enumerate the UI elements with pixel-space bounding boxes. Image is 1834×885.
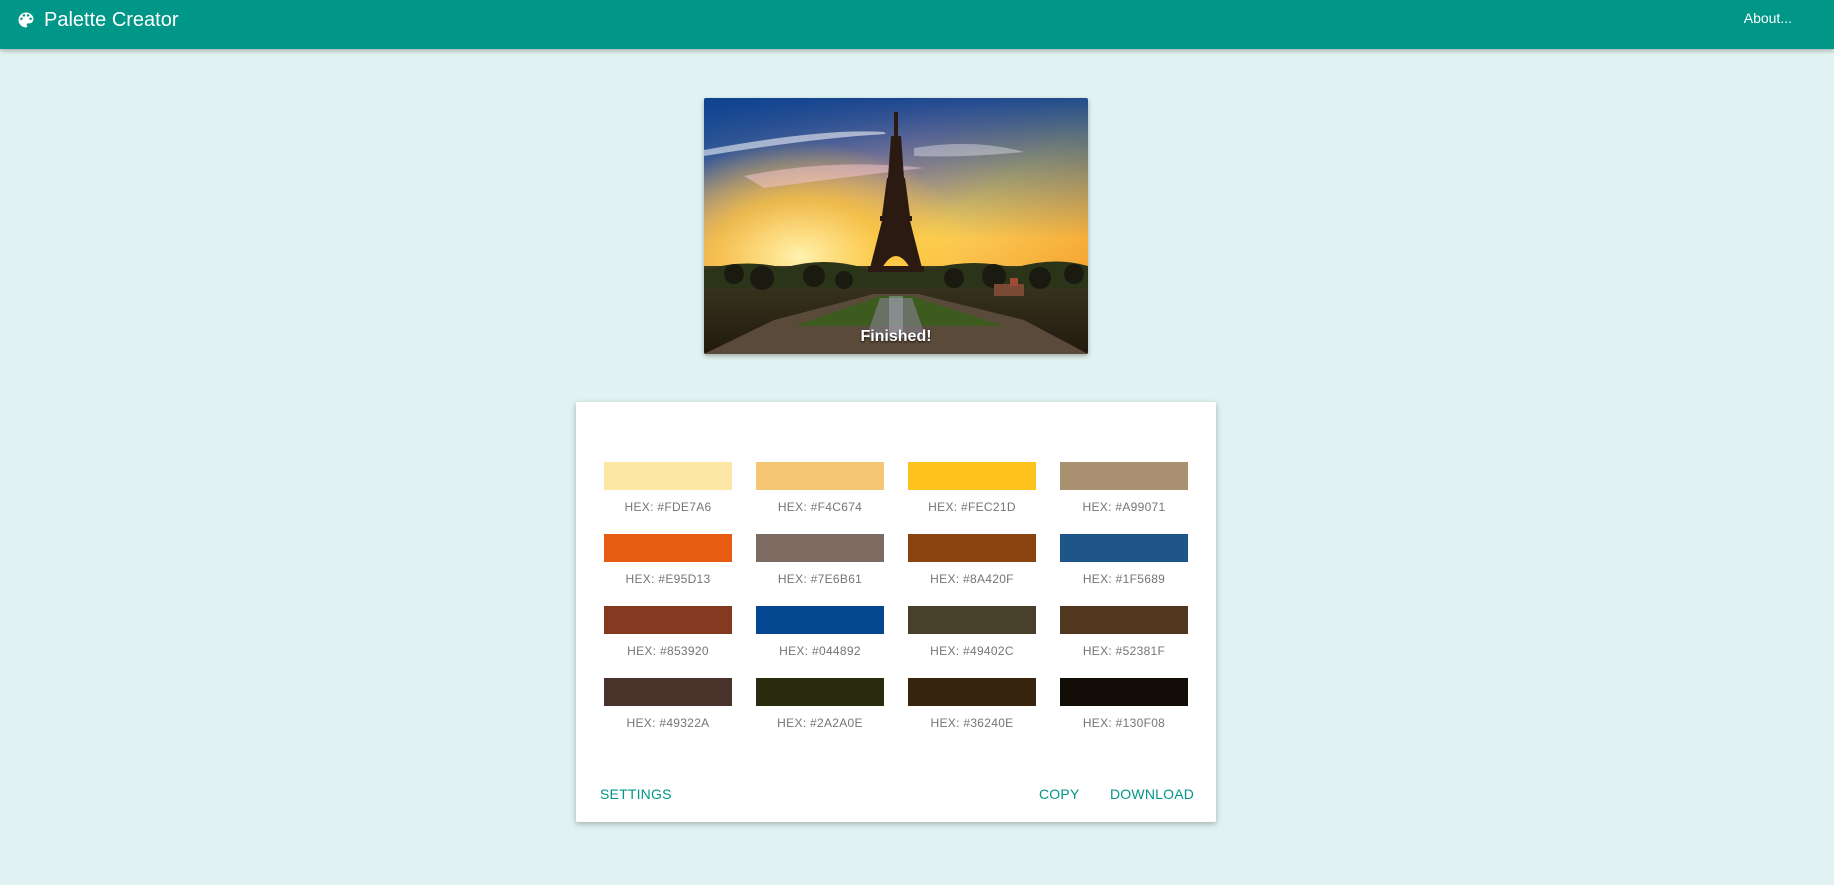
color-swatch[interactable]: HEX: #7E6B61 [756, 534, 884, 586]
swatch-hex-label: HEX: #1F5689 [1082, 572, 1166, 586]
color-swatch[interactable]: HEX: #FDE7A6 [604, 462, 732, 514]
app-bar: Palette Creator About... [0, 0, 1834, 49]
color-swatch[interactable]: HEX: #49402C [908, 606, 1036, 658]
color-swatch[interactable]: HEX: #044892 [756, 606, 884, 658]
swatch-hex-label: HEX: #49322A [626, 716, 710, 730]
brand: Palette Creator [16, 0, 179, 40]
color-swatch[interactable]: HEX: #E95D13 [604, 534, 732, 586]
swatch-color[interactable] [908, 534, 1036, 562]
swatch-color[interactable] [1060, 606, 1188, 634]
swatch-color[interactable] [756, 534, 884, 562]
swatch-color[interactable] [604, 606, 732, 634]
color-swatch[interactable]: HEX: #52381F [1060, 606, 1188, 658]
swatch-color[interactable] [1060, 678, 1188, 706]
swatch-hex-label: HEX: #044892 [779, 644, 861, 658]
swatch-color[interactable] [1060, 462, 1188, 490]
color-swatch[interactable]: HEX: #49322A [604, 678, 732, 730]
swatch-color[interactable] [604, 534, 732, 562]
color-swatch[interactable]: HEX: #FEC21D [908, 462, 1036, 514]
palette-card: HEX: #FDE7A6 HEX: #F4C674 HEX: #FEC21D H… [576, 402, 1216, 822]
swatch-color[interactable] [908, 678, 1036, 706]
swatch-color[interactable] [756, 678, 884, 706]
swatch-hex-label: HEX: #8A420F [930, 572, 1014, 586]
color-swatch[interactable]: HEX: #2A2A0E [756, 678, 884, 730]
swatch-color[interactable] [756, 606, 884, 634]
swatch-hex-label: HEX: #F4C674 [777, 500, 863, 514]
color-swatch[interactable]: HEX: #853920 [604, 606, 732, 658]
eiffel-tower-photo [704, 98, 1088, 354]
swatch-hex-label: HEX: #36240E [930, 716, 1014, 730]
swatch-color[interactable] [1060, 534, 1188, 562]
color-swatch[interactable]: HEX: #130F08 [1060, 678, 1188, 730]
swatch-color[interactable] [908, 462, 1036, 490]
swatch-color[interactable] [908, 606, 1036, 634]
palette-icon [16, 10, 36, 30]
swatch-hex-label: HEX: #A99071 [1082, 500, 1166, 514]
swatch-hex-label: HEX: #52381F [1082, 644, 1166, 658]
swatch-grid: HEX: #FDE7A6 HEX: #F4C674 HEX: #FEC21D H… [604, 462, 1188, 730]
swatch-hex-label: HEX: #2A2A0E [777, 716, 863, 730]
swatch-hex-label: HEX: #7E6B61 [777, 572, 863, 586]
swatch-color[interactable] [604, 462, 732, 490]
swatch-color[interactable] [604, 678, 732, 706]
swatch-hex-label: HEX: #49402C [930, 644, 1014, 658]
swatch-hex-label: HEX: #853920 [627, 644, 709, 658]
color-swatch[interactable]: HEX: #A99071 [1060, 462, 1188, 514]
swatch-color[interactable] [756, 462, 884, 490]
color-swatch[interactable]: HEX: #36240E [908, 678, 1036, 730]
color-swatch[interactable]: HEX: #F4C674 [756, 462, 884, 514]
color-swatch[interactable]: HEX: #8A420F [908, 534, 1036, 586]
swatch-hex-label: HEX: #FDE7A6 [624, 500, 712, 514]
swatch-hex-label: HEX: #130F08 [1082, 716, 1166, 730]
image-preview[interactable]: Finished! [704, 98, 1088, 354]
about-link[interactable]: About... [1744, 10, 1792, 26]
copy-button[interactable]: COPY [1039, 786, 1079, 802]
status-text: Finished! [860, 328, 932, 345]
swatch-hex-label: HEX: #E95D13 [625, 572, 711, 586]
color-swatch[interactable]: HEX: #1F5689 [1060, 534, 1188, 586]
download-button[interactable]: DOWNLOAD [1110, 786, 1194, 802]
swatch-hex-label: HEX: #FEC21D [928, 500, 1016, 514]
settings-button[interactable]: SETTINGS [600, 786, 672, 802]
app-title: Palette Creator [44, 8, 179, 31]
